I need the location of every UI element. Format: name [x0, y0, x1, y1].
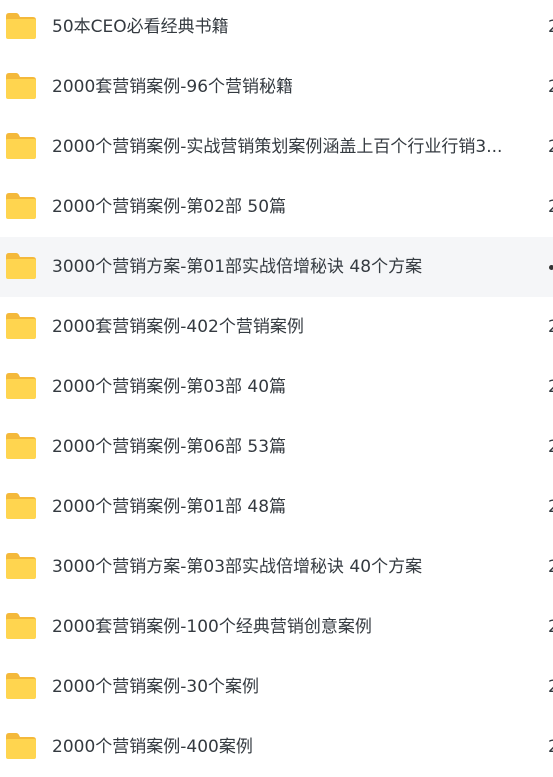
folder-icon: [5, 132, 37, 160]
file-name: 2000个营销案例-实战营销策划案例涵盖上百个行业行销3...: [52, 137, 503, 157]
file-name: 2000个营销案例-第06部 53篇: [52, 437, 287, 457]
file-row[interactable]: 50本CEO必看经典书籍 2: [0, 0, 553, 57]
folder-icon: [5, 672, 37, 700]
file-name: 50本CEO必看经典书籍: [52, 17, 229, 37]
file-row[interactable]: 2000套营销案例-100个经典营销创意案例 2: [0, 597, 553, 657]
file-row[interactable]: 2000个营销案例-400案例 2: [0, 717, 553, 777]
file-list: 50本CEO必看经典书籍 2 2000套营销案例-96个营销秘籍 2 2000个…: [0, 0, 553, 777]
folder-icon: [5, 72, 37, 100]
file-name: 2000套营销案例-100个经典营销创意案例: [52, 617, 372, 637]
file-modified-date: 2: [548, 477, 553, 537]
file-row[interactable]: 3000个营销方案-第01部实战倍增秘诀 48个方案: [0, 237, 553, 297]
file-name: 2000个营销案例-第02部 50篇: [52, 197, 287, 217]
file-modified-date: 2: [548, 597, 553, 657]
folder-icon: [5, 432, 37, 460]
folder-icon: [5, 372, 37, 400]
file-row[interactable]: 2000个营销案例-第01部 48篇 2: [0, 477, 553, 537]
file-name: 2000套营销案例-96个营销秘籍: [52, 77, 294, 97]
file-modified-date: 2: [548, 657, 553, 717]
file-name: 3000个营销方案-第01部实战倍增秘诀 48个方案: [52, 257, 423, 277]
file-row[interactable]: 2000套营销案例-96个营销秘籍 2: [0, 57, 553, 117]
folder-icon: [5, 552, 37, 580]
file-modified-date: 2: [548, 717, 553, 777]
file-row[interactable]: 3000个营销方案-第03部实战倍增秘诀 40个方案 2: [0, 537, 553, 597]
folder-icon: [5, 192, 37, 220]
file-row[interactable]: 2000个营销案例-30个案例 2: [0, 657, 553, 717]
folder-icon: [5, 612, 37, 640]
file-modified-date: 2: [548, 297, 553, 357]
file-name: 2000个营销案例-30个案例: [52, 677, 260, 697]
more-options-icon[interactable]: [549, 265, 553, 270]
folder-icon: [5, 492, 37, 520]
file-row[interactable]: 2000个营销案例-第02部 50篇 2: [0, 177, 553, 237]
folder-icon: [5, 252, 37, 280]
file-name: 2000套营销案例-402个营销案例: [52, 317, 304, 337]
file-name: 2000个营销案例-400案例: [52, 737, 253, 757]
file-modified-date: 2: [548, 57, 553, 117]
file-row[interactable]: 2000个营销案例-实战营销策划案例涵盖上百个行业行销3... 2: [0, 117, 553, 177]
file-name: 3000个营销方案-第03部实战倍增秘诀 40个方案: [52, 557, 423, 577]
file-row[interactable]: 2000个营销案例-第06部 53篇 2: [0, 417, 553, 477]
file-row[interactable]: 2000套营销案例-402个营销案例 2: [0, 297, 553, 357]
file-modified-date: 2: [548, 537, 553, 597]
file-name: 2000个营销案例-第01部 48篇: [52, 497, 287, 517]
file-modified-date: 2: [548, 0, 553, 57]
folder-icon: [5, 732, 37, 760]
folder-icon: [5, 312, 37, 340]
folder-icon: [5, 12, 37, 40]
file-row[interactable]: 2000个营销案例-第03部 40篇 2: [0, 357, 553, 417]
file-modified-date: 2: [548, 357, 553, 417]
file-modified-date: 2: [548, 117, 553, 177]
file-name: 2000个营销案例-第03部 40篇: [52, 377, 287, 397]
file-modified-date: 2: [548, 177, 553, 237]
file-modified-date: 2: [548, 417, 553, 477]
